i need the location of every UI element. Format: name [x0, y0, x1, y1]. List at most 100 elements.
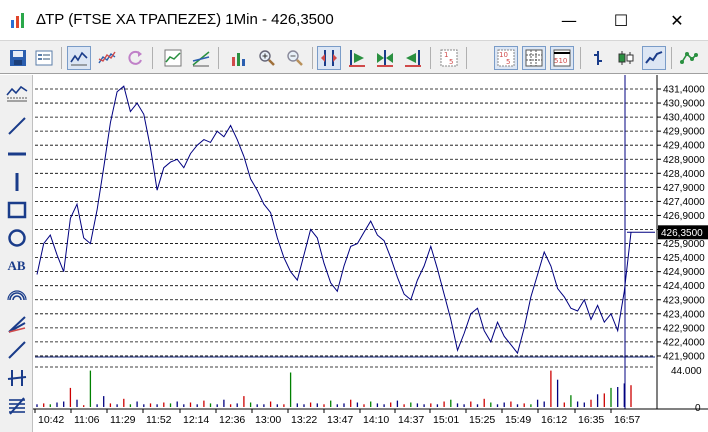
text-tool-icon: AB — [7, 257, 26, 273]
time-tick-label: 15:01 — [433, 414, 459, 426]
price-tick-label: 426,9000 — [663, 211, 705, 222]
crosshair-button[interactable] — [317, 46, 341, 70]
interval-510-button[interactable]: 510 — [550, 46, 574, 70]
scroll-left-button[interactable] — [401, 46, 425, 70]
chart-overview-icon — [5, 85, 27, 101]
zoom-in-button[interactable] — [255, 46, 279, 70]
price-tick-label: 422,4000 — [663, 337, 705, 348]
toolbar-separator — [671, 47, 672, 69]
indicator-icon — [680, 52, 698, 64]
bar-style-icon — [594, 51, 602, 65]
chart-toolbar: 15 10 5 510 — [0, 40, 708, 74]
channel-icon — [7, 340, 26, 359]
time-tick-label: 14:10 — [363, 414, 389, 426]
toolbar-separator — [218, 47, 219, 69]
interval-1-button[interactable]: 15 — [437, 46, 461, 70]
refresh-button[interactable] — [123, 46, 147, 70]
ellipse-button[interactable] — [4, 225, 29, 250]
time-tick-label: 16:57 — [614, 414, 640, 426]
time-tick-label: 16:12 — [541, 414, 567, 426]
time-tick-label: 13:00 — [255, 414, 281, 426]
indicator-button[interactable] — [677, 46, 701, 70]
bar-volume-icon — [232, 53, 245, 66]
crosshair-icon — [321, 50, 337, 66]
candle-style-button[interactable] — [614, 46, 638, 70]
price-tick-label: 424,9000 — [663, 267, 705, 278]
time-tick-label: 12:36 — [219, 414, 245, 426]
horizontal-line-icon — [7, 152, 26, 155]
price-tick-label: 428,9000 — [663, 155, 705, 166]
price-tick-label: 423,9000 — [663, 295, 705, 306]
zoom-out-icon — [287, 50, 303, 66]
chart-canvas[interactable]: 431,4000 430,9000 430,4000 429,9000 429,4000… — [33, 75, 708, 432]
speed-lines-button[interactable] — [4, 365, 29, 390]
trend-button[interactable] — [189, 46, 213, 70]
interval-10-icon: 105 — [497, 49, 515, 67]
line-style-button[interactable] — [642, 46, 666, 70]
window-titlebar: ΔΤΡ (FTSE ΧΑ ΤΡΑΠΕΖΕΣ) 1Min - 426,3500 —… — [0, 0, 708, 40]
fibonacci-retracement-icon — [8, 396, 25, 415]
speed-lines-icon — [7, 369, 26, 386]
arc-button[interactable] — [4, 281, 29, 306]
interval-10-button[interactable]: 10 5 — [494, 46, 518, 70]
scroll-right-button[interactable] — [345, 46, 369, 70]
rectangle-button[interactable] — [4, 197, 29, 222]
current-value-label: 426,3500 — [661, 228, 703, 239]
trendline-button[interactable] — [4, 113, 29, 138]
chart-type-button[interactable] — [161, 46, 185, 70]
refresh-icon — [128, 50, 142, 65]
fibonacci-retracement-button[interactable] — [4, 393, 29, 418]
price-tick-label: 425,4000 — [663, 253, 705, 264]
list-icon — [35, 50, 53, 66]
scroll-left-icon — [405, 50, 421, 67]
save-button[interactable] — [6, 46, 30, 70]
drawing-tools-sidebar: AB — [0, 75, 33, 432]
app-chart-icon — [11, 13, 24, 28]
price-tick-label: 430,4000 — [663, 113, 705, 124]
time-tick-label: 16:35 — [578, 414, 604, 426]
channel-button[interactable] — [4, 337, 29, 362]
time-tick-label: 11:06 — [74, 414, 100, 426]
price-tick-label: 430,9000 — [663, 99, 705, 110]
vertical-line-button[interactable] — [4, 169, 29, 194]
price-tick-label: 429,9000 — [663, 127, 705, 138]
svg-text:5: 5 — [449, 58, 453, 66]
multi-chart-icon — [98, 51, 116, 64]
price-tick-label: 427,9000 — [663, 183, 705, 194]
interval-1-icon: 15 — [440, 49, 458, 67]
ellipse-icon — [7, 228, 26, 247]
grid-button[interactable] — [522, 46, 546, 70]
fibonacci-fan-icon — [7, 315, 26, 333]
price-chart[interactable]: 431,4000 430,9000 430,4000 429,9000 429,4000… — [33, 75, 708, 432]
time-tick-label: 13:22 — [291, 414, 317, 426]
close-button[interactable]: ✕ — [654, 0, 700, 40]
time-tick-label: 12:14 — [183, 414, 209, 426]
chart-type-icon — [164, 49, 182, 67]
volume-bars-button[interactable] — [227, 46, 251, 70]
time-tick-label: 15:49 — [505, 414, 531, 426]
maximize-button[interactable]: ☐ — [598, 0, 644, 40]
minimize-icon: — — [561, 10, 577, 30]
multi-chart-button[interactable] — [95, 46, 119, 70]
chart-overview-button[interactable] — [4, 80, 29, 105]
price-tick-label: 421,9000 — [663, 351, 705, 362]
list-button[interactable] — [32, 46, 56, 70]
line-style-icon — [645, 51, 663, 64]
line-chart-toggle-button[interactable] — [67, 46, 91, 70]
price-tick-label: 427,4000 — [663, 197, 705, 208]
vertical-line-icon — [15, 172, 18, 191]
scroll-both-button[interactable] — [373, 46, 397, 70]
svg-text:510: 510 — [554, 57, 567, 65]
text-tool-button[interactable]: AB — [4, 253, 29, 278]
zoom-out-button[interactable] — [283, 46, 307, 70]
bar-style-button[interactable] — [586, 46, 610, 70]
zoom-in-icon — [259, 50, 275, 66]
fibonacci-fan-button[interactable] — [4, 311, 29, 336]
scroll-both-icon — [377, 50, 393, 67]
price-tick-label: 423,4000 — [663, 309, 705, 320]
horizontal-line-button[interactable] — [4, 141, 29, 166]
close-icon: ✕ — [670, 10, 684, 30]
toolbar-separator — [152, 47, 153, 69]
minimize-button[interactable]: — — [546, 0, 592, 40]
time-tick-label: 11:52 — [146, 414, 172, 426]
